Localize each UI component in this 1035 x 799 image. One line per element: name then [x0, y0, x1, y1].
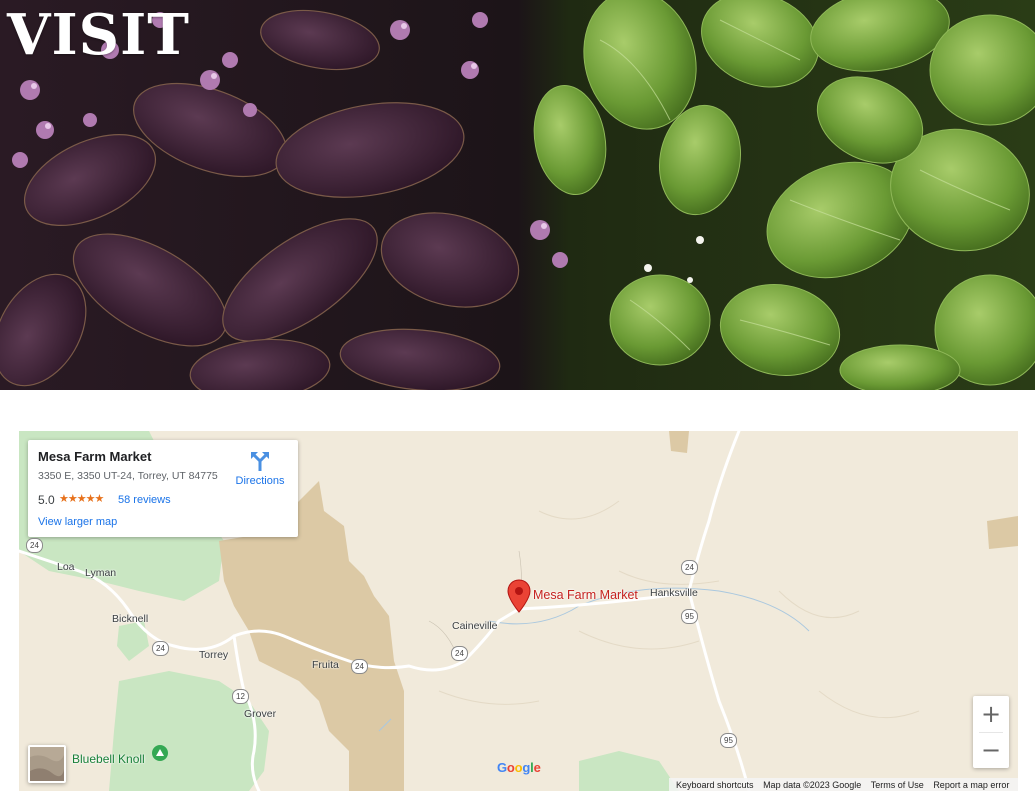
place-address: 3350 E, 3350 UT-24, Torrey, UT 84775 [38, 470, 218, 482]
poi-label-bluebell-knoll[interactable]: Bluebell Knoll [72, 752, 145, 766]
place-label-lyman: Lyman [85, 567, 117, 579]
marker-label[interactable]: Mesa Farm Market [533, 588, 638, 602]
mountain-peak-icon[interactable] [152, 745, 168, 761]
place-name: Mesa Farm Market [38, 449, 152, 464]
hero-banner: VISIT [0, 0, 1035, 390]
map-data-credit: Map data ©2023 Google [763, 780, 862, 790]
google-logo-letter: e [533, 760, 541, 775]
directions-icon [251, 452, 269, 471]
page-title: VISIT [7, 2, 190, 68]
google-logo-letter: G [497, 760, 507, 775]
rating-value: 5.0 [38, 493, 55, 507]
directions-button[interactable]: Directions [229, 450, 291, 490]
route-shield-24: 24 [26, 538, 43, 553]
directions-label: Directions [235, 475, 285, 487]
google-logo-letter: g [522, 760, 531, 775]
star-rating: ★★★★★ [59, 493, 104, 505]
google-logo: Google [497, 760, 541, 775]
satellite-thumbnail-icon [30, 747, 64, 781]
zoom-controls: + − [973, 696, 1009, 768]
route-shield-24: 24 [152, 641, 169, 656]
view-larger-map-link[interactable]: View larger map [38, 516, 117, 528]
route-shield-12: 12 [232, 689, 249, 704]
location-pin-icon[interactable] [507, 579, 531, 613]
report-map-error-link[interactable]: Report a map error [933, 778, 1009, 791]
route-shield-24: 24 [351, 659, 368, 674]
place-label-torrey: Torrey [199, 649, 229, 661]
zoom-in-button[interactable]: + [973, 696, 1009, 732]
satellite-layer-toggle[interactable] [28, 745, 66, 783]
place-label-loa: Loa [57, 561, 75, 573]
place-info-card: Mesa Farm Market 3350 E, 3350 UT-24, Tor… [28, 440, 298, 537]
terms-of-use-link[interactable]: Terms of Use [871, 778, 924, 791]
place-label-grover: Grover [244, 708, 277, 720]
map-embed[interactable]: Mesa Farm Market 3350 E, 3350 UT-24, Tor… [19, 431, 1018, 791]
place-label-hanksville: Hanksville [650, 587, 698, 599]
map-attribution: Keyboard shortcuts Map data ©2023 Google… [669, 778, 1018, 791]
place-label-caineville: Caineville [452, 620, 498, 632]
zoom-out-button[interactable]: − [973, 732, 1009, 768]
route-shield-24: 24 [681, 560, 698, 575]
route-shield-24: 24 [451, 646, 468, 661]
route-shield-95: 95 [720, 733, 737, 748]
google-logo-letter: o [506, 760, 515, 775]
place-label-fruita: Fruita [312, 659, 339, 671]
keyboard-shortcuts-link[interactable]: Keyboard shortcuts [676, 778, 754, 791]
route-shield-95: 95 [681, 609, 698, 624]
reviews-link[interactable]: 58 reviews [118, 494, 171, 506]
place-label-bicknell: Bicknell [112, 613, 149, 625]
